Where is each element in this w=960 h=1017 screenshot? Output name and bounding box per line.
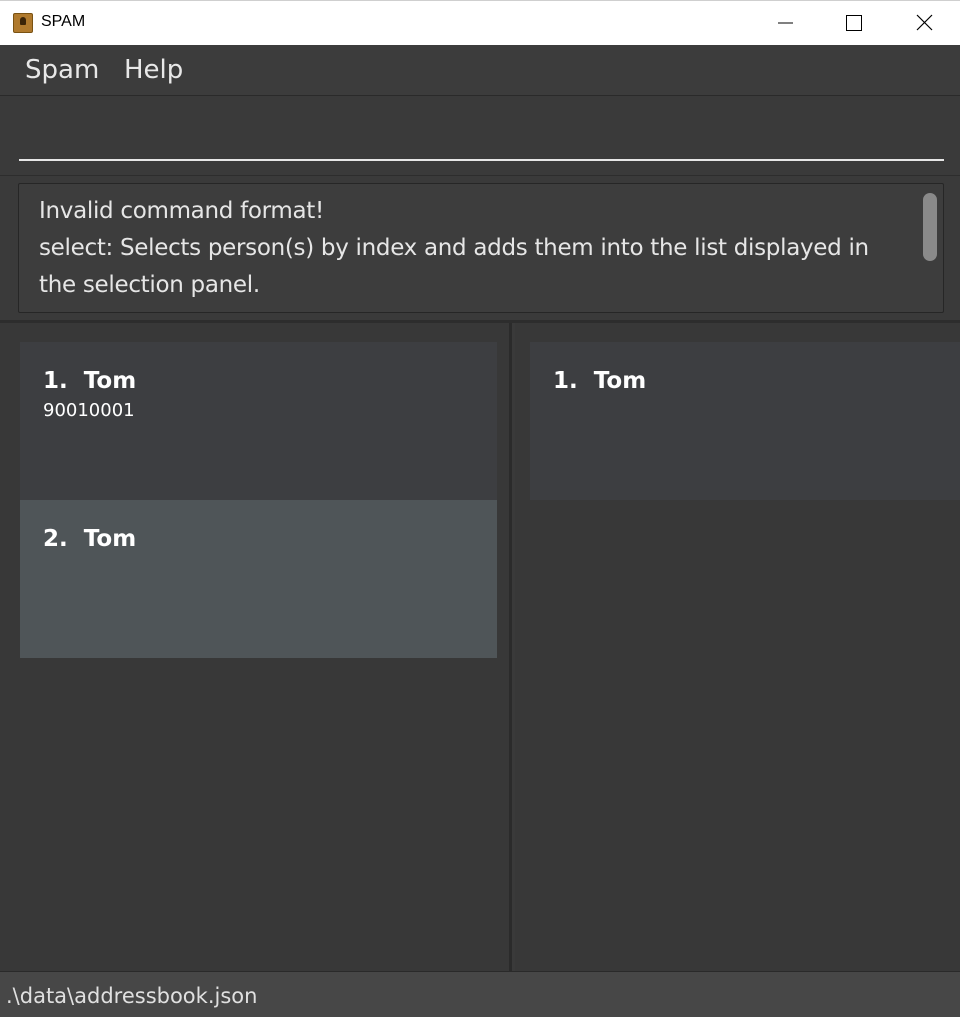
minimize-button[interactable] <box>762 1 808 45</box>
close-icon <box>916 14 933 31</box>
result-display-area: Invalid command format! select: Selects … <box>0 176 960 323</box>
menu-help[interactable]: Help <box>124 55 183 85</box>
result-line: Invalid command format! <box>39 198 324 224</box>
window-title: SPAM <box>41 13 86 30</box>
result-line: the selection panel. <box>39 272 260 298</box>
person-phone: 90010001 <box>43 400 135 421</box>
menu-bar: Spam Help <box>0 45 960 96</box>
selected-person-card[interactable]: 1. Tom <box>530 342 960 500</box>
command-box <box>0 96 960 176</box>
close-button[interactable] <box>901 1 947 45</box>
person-card-selected[interactable]: 2. Tom <box>20 500 497 658</box>
person-card[interactable]: 1. Tom 90010001 <box>20 342 497 500</box>
result-line: select: Selects person(s) by index and a… <box>39 235 869 261</box>
address-book-icon <box>13 13 33 33</box>
status-bar: .\data\addressbook.json <box>0 971 960 1017</box>
command-input[interactable] <box>19 111 944 161</box>
menu-spam[interactable]: Spam <box>25 55 99 85</box>
minimize-icon <box>778 22 793 24</box>
selected-person-name: 1. Tom <box>553 368 647 394</box>
person-list-panel: 1. Tom 90010001 2. Tom <box>0 323 512 971</box>
maximize-icon <box>846 15 862 31</box>
window-title-bar[interactable]: SPAM <box>0 0 960 45</box>
maximize-button[interactable] <box>831 1 877 45</box>
selection-panel: 1. Tom <box>515 323 960 971</box>
person-name: 2. Tom <box>43 526 137 552</box>
person-name: 1. Tom <box>43 368 137 394</box>
result-display: Invalid command format! select: Selects … <box>18 183 944 313</box>
result-scrollbar[interactable] <box>923 193 937 261</box>
save-location: .\data\addressbook.json <box>6 984 258 1008</box>
